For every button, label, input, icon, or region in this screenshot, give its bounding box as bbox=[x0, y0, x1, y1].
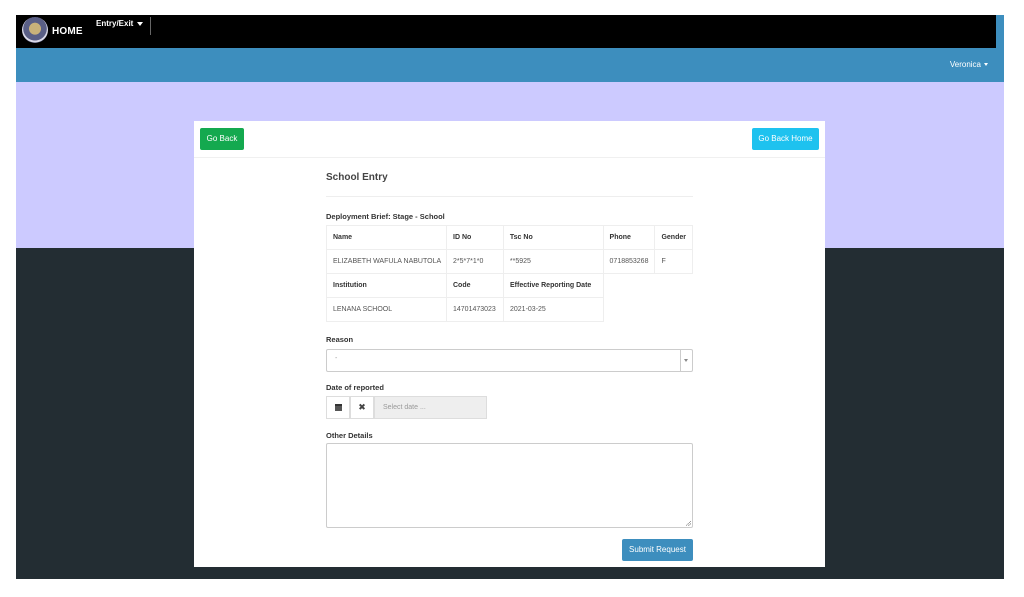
cell-code: 14701473023 bbox=[446, 297, 504, 322]
chevron-down-icon bbox=[137, 21, 144, 26]
entry-exit-label: Entry/Exit bbox=[96, 19, 134, 28]
cell-institution: LENANA SCHOOL bbox=[326, 297, 447, 322]
header-tsc-no: Tsc No bbox=[502, 225, 604, 250]
cell-id-no: 2*5*7*1*0 bbox=[446, 249, 504, 274]
cell-name: ELIZABETH WAFULA NABUTOLA bbox=[326, 249, 447, 274]
nav-divider bbox=[150, 17, 151, 35]
reason-value: - bbox=[335, 355, 338, 362]
top-navbar: HOME Entry/Exit bbox=[16, 15, 996, 48]
header-institution: Institution bbox=[326, 273, 447, 298]
go-back-button[interactable]: Go Back bbox=[200, 128, 244, 150]
entry-exit-menu[interactable]: Entry/Exit bbox=[96, 19, 144, 28]
date-label: Date of reported bbox=[326, 383, 384, 392]
submit-request-button[interactable]: Submit Request bbox=[622, 539, 693, 561]
cell-effective-date: 2021-03-25 bbox=[503, 297, 604, 322]
cell-tsc-no: **5925 bbox=[502, 249, 604, 274]
table-row: LENANA SCHOOL 14701473023 2021-03-25 bbox=[326, 297, 604, 322]
date-input[interactable]: Select date ... bbox=[374, 396, 487, 419]
app-frame: HOME Entry/Exit Veronica Go Back Go Back… bbox=[16, 15, 1004, 579]
header-effective-date: Effective Reporting Date bbox=[503, 273, 604, 298]
logo-emblem-icon[interactable] bbox=[22, 17, 48, 43]
dropdown-toggle[interactable] bbox=[680, 350, 692, 371]
header-code: Code bbox=[446, 273, 504, 298]
table-header-row: Institution Code Effective Reporting Dat… bbox=[326, 273, 604, 298]
other-details-label: Other Details bbox=[326, 431, 373, 440]
header-id-no: ID No bbox=[446, 225, 504, 250]
close-icon: ✖ bbox=[358, 402, 366, 412]
cell-phone: 0718853268 bbox=[602, 249, 656, 274]
cell-gender: F bbox=[654, 249, 693, 274]
chevron-down-icon bbox=[984, 63, 988, 67]
deployment-table-personal: Name ID No Tsc No Phone Gender ELIZABETH… bbox=[326, 225, 693, 274]
table-row: ELIZABETH WAFULA NABUTOLA 2*5*7*1*0 **59… bbox=[326, 249, 693, 274]
caret-down-icon bbox=[684, 359, 688, 362]
user-menu[interactable]: Veronica bbox=[950, 60, 988, 69]
school-entry-card: Go Back Go Back Home School Entry Deploy… bbox=[194, 121, 825, 567]
reason-select[interactable]: - bbox=[326, 349, 693, 372]
table-header-row: Name ID No Tsc No Phone Gender bbox=[326, 225, 693, 250]
clear-date-button[interactable]: ✖ bbox=[350, 396, 374, 419]
home-link[interactable]: HOME bbox=[52, 26, 83, 37]
page-title: School Entry bbox=[326, 172, 388, 183]
header-name: Name bbox=[326, 225, 447, 250]
title-divider bbox=[326, 196, 693, 197]
calendar-button[interactable] bbox=[326, 396, 350, 419]
header-gender: Gender bbox=[654, 225, 693, 250]
reason-label: Reason bbox=[326, 335, 354, 344]
navbar-edge bbox=[996, 15, 1004, 48]
go-back-home-button[interactable]: Go Back Home bbox=[752, 128, 819, 150]
date-picker: ✖ Select date ... bbox=[326, 396, 487, 419]
other-details-textarea[interactable] bbox=[326, 443, 693, 528]
deployment-table-institution: Institution Code Effective Reporting Dat… bbox=[326, 273, 604, 322]
card-divider bbox=[194, 157, 825, 158]
header-phone: Phone bbox=[602, 225, 656, 250]
user-name: Veronica bbox=[949, 60, 981, 69]
header-bar: Veronica bbox=[16, 48, 1004, 82]
calendar-icon bbox=[334, 404, 342, 411]
deployment-brief-label: Deployment Brief: Stage - School bbox=[326, 212, 445, 221]
